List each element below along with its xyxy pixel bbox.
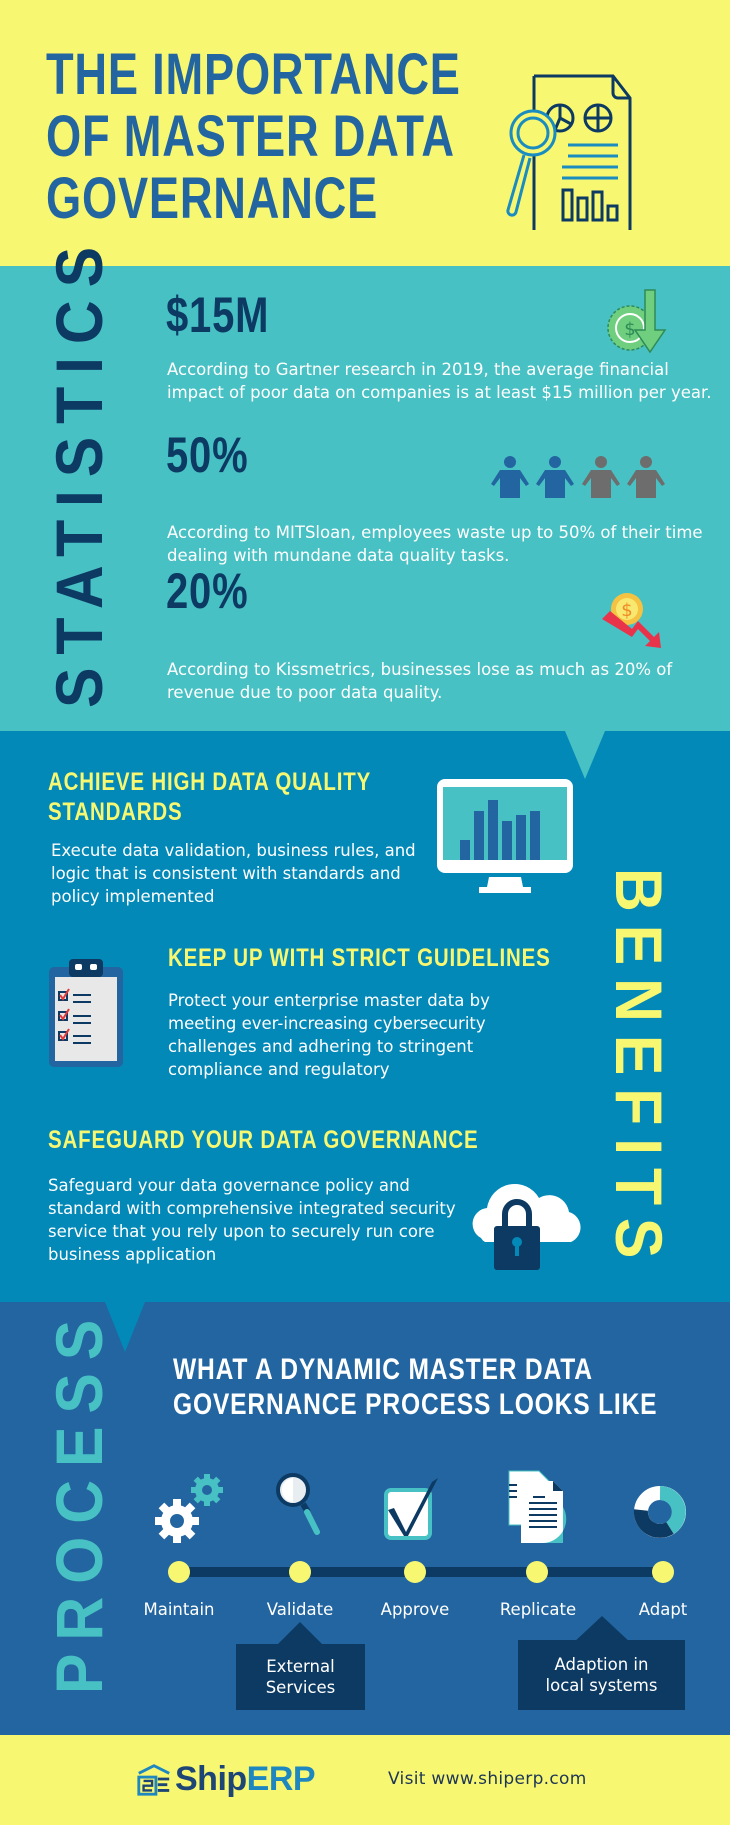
benefits-section-label: BENEFITS: [602, 868, 676, 1272]
benefit-description: Safeguard your data governance policy an…: [48, 1176, 456, 1264]
timeline-dot-approve[interactable]: [404, 1561, 426, 1583]
benefit-title: KEEP UP WITH STRICT GUIDELINES: [168, 943, 551, 973]
callout-line: External: [266, 1657, 335, 1676]
benefit-title: ACHIEVE HIGH DATA QUALITY STANDARDS: [48, 767, 371, 827]
people-icon-group: [491, 456, 665, 498]
cloud-lock-icon: [472, 1183, 581, 1270]
footer: ShipERP Visit www.shiperp.com: [0, 1735, 730, 1825]
callout-adaption-local-systems: Adaption in local systems: [518, 1640, 685, 1710]
visit-website-link[interactable]: Visit www.shiperp.com: [388, 1769, 587, 1789]
clipboard-checklist-icon: [49, 959, 123, 1067]
checkbox-checked-icon: [384, 1478, 438, 1540]
logo-text-ship: Ship: [175, 1759, 247, 1798]
title-line: OF MASTER DATA: [46, 104, 455, 169]
header-section: THE IMPORTANCE OF MASTER DATA GOVERNANCE: [0, 0, 730, 266]
benefit-description: Execute data validation, business rules,…: [51, 841, 416, 906]
title-line: THE IMPORTANCE: [46, 42, 461, 107]
title-line: GOVERNANCE: [46, 166, 379, 231]
step-label: Maintain: [143, 1600, 215, 1619]
callout-external-services: External Services: [236, 1644, 365, 1710]
step-label: Approve: [380, 1600, 450, 1619]
donut-cycle-icon: [633, 1486, 686, 1538]
stat-description: According to Kissmetrics, businesses los…: [167, 660, 673, 702]
logo-text-erp: ERP: [246, 1759, 316, 1798]
gears-icon: [155, 1474, 223, 1543]
benefits-section: BENEFITS ACHIEVE HIGH DATA QUALITY STAND…: [0, 731, 730, 1302]
callout-line: Services: [265, 1678, 336, 1697]
shiperp-box-icon: [137, 1764, 170, 1796]
stat-description: According to Gartner research in 2019, t…: [167, 360, 712, 402]
stat-description: According to MITSloan, employees waste u…: [167, 523, 703, 565]
documents-copy-icon: [508, 1470, 567, 1544]
benefit-title-line: ACHIEVE HIGH DATA QUALITY: [48, 768, 372, 796]
timeline-dot-adapt[interactable]: [652, 1561, 674, 1583]
process-title-line: GOVERNANCE PROCESS LOOKS LIKE: [173, 1388, 658, 1421]
step-label: Validate: [266, 1600, 334, 1619]
magnifier-icon: [276, 1473, 320, 1535]
benefit-title: SAFEGUARD YOUR DATA GOVERNANCE: [48, 1125, 478, 1155]
callout-line: Adaption in: [554, 1655, 649, 1674]
process-title-line: WHAT A DYNAMIC MASTER DATA: [173, 1353, 593, 1386]
statistics-section-label: STATISTICS: [42, 233, 116, 708]
stat-value: $15M: [166, 287, 270, 343]
stat-value: 50%: [166, 427, 249, 483]
people-half-icon: [490, 456, 670, 498]
callout-line: local systems: [545, 1676, 658, 1695]
process-section-label: PROCESS: [42, 1306, 116, 1694]
stat-value: 20%: [166, 563, 249, 619]
statistics-section: STATISTICS $15M According to Gartner res…: [0, 234, 730, 731]
process-title: WHAT A DYNAMIC MASTER DATA GOVERNANCE PR…: [173, 1352, 657, 1422]
benefit-title-line: SAFEGUARD YOUR DATA GOVERNANCE: [48, 1126, 479, 1154]
timeline-dot-validate[interactable]: [289, 1561, 311, 1583]
callout-pointer: [278, 1622, 322, 1644]
monitor-bar-chart-icon: [437, 779, 573, 893]
revenue-loss-arrow-icon: $: [602, 593, 661, 648]
process-section: PROCESS WHAT A DYNAMIC MASTER DATA GOVER…: [0, 1302, 730, 1735]
document-analytics-magnifier-icon: [506, 74, 632, 230]
timeline-dot-maintain[interactable]: [168, 1561, 190, 1583]
benefit-title-line: KEEP UP WITH STRICT GUIDELINES: [168, 944, 551, 972]
logo-text: ShipERP: [175, 1759, 316, 1799]
section-pointer: [565, 731, 605, 779]
page-title: THE IMPORTANCE OF MASTER DATA GOVERNANCE: [46, 42, 461, 231]
benefit-title-line: STANDARDS: [48, 798, 183, 826]
timeline-dot-replicate[interactable]: [526, 1561, 548, 1583]
shiperp-logo[interactable]: ShipERP: [135, 1757, 316, 1801]
money-coin-down-arrow-icon: $: [607, 289, 667, 354]
benefit-description: Protect your enterprise master data by m…: [168, 991, 490, 1079]
svg-text:$: $: [621, 600, 632, 621]
